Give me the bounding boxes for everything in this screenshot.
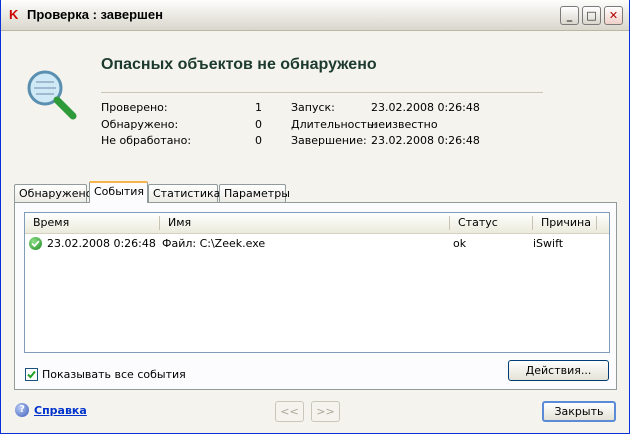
checked-label: Проверено:	[101, 101, 168, 114]
close-button[interactable]: Закрыть	[542, 401, 616, 422]
column-status[interactable]: Статус	[450, 213, 532, 233]
start-label: Запуск:	[291, 101, 335, 114]
found-label: Обнаружено:	[101, 118, 179, 131]
scan-window: K Проверка : завершен _ □ ✕ Опасных объе…	[0, 0, 630, 434]
show-all-events-label[interactable]: Показывать все события	[42, 368, 186, 381]
minimize-button[interactable]: _	[560, 6, 579, 25]
title-bar[interactable]: K Проверка : завершен _ □ ✕	[1, 0, 629, 31]
window-title: Проверка : завершен	[27, 7, 163, 22]
duration-label: Длительность:	[291, 118, 378, 131]
tab-statistics[interactable]: Статистика	[148, 184, 220, 202]
ok-check-icon	[29, 237, 42, 250]
duration-value: неизвестно	[371, 118, 438, 131]
column-separator	[596, 216, 597, 230]
next-button[interactable]: >>	[311, 401, 340, 422]
header-divider	[101, 92, 543, 93]
table-row[interactable]: 23.02.2008 0:26:48 Файл: C:\Zeek.exe ok …	[25, 234, 609, 253]
row-reason: iSwift	[533, 237, 564, 250]
unprocessed-label: Не обработано:	[101, 134, 192, 147]
row-name: Файл: C:\Zeek.exe	[162, 237, 266, 250]
found-value: 0	[255, 118, 262, 131]
maximize-button[interactable]: □	[582, 6, 601, 25]
scan-result-headline: Опасных объектов не обнаружено	[101, 56, 377, 73]
column-name[interactable]: Имя	[160, 213, 449, 233]
column-reason[interactable]: Причина	[533, 213, 596, 233]
events-tab-panel: Время Имя Статус Причина 23.02.2008 0:26…	[14, 202, 617, 390]
checked-value: 1	[255, 101, 262, 114]
checkmark-icon	[27, 370, 36, 379]
events-list[interactable]: Время Имя Статус Причина 23.02.2008 0:26…	[24, 212, 610, 353]
events-list-header: Время Имя Статус Причина	[25, 213, 609, 234]
tab-parameters[interactable]: Параметры	[219, 184, 290, 202]
start-value: 23.02.2008 0:26:48	[371, 101, 480, 114]
actions-button[interactable]: Действия...	[508, 360, 609, 381]
tab-detected[interactable]: Обнаружено	[14, 184, 92, 202]
end-label: Завершение:	[291, 134, 367, 147]
column-time[interactable]: Время	[25, 213, 159, 233]
magnifier-scan-icon	[27, 70, 77, 120]
show-all-events-checkbox[interactable]	[25, 368, 38, 381]
unprocessed-value: 0	[255, 134, 262, 147]
end-value: 23.02.2008 0:26:48	[371, 134, 480, 147]
close-window-button[interactable]: ✕	[604, 6, 623, 25]
help-icon[interactable]: ?	[15, 403, 29, 417]
kaspersky-k-icon: K	[9, 7, 19, 22]
row-time: 23.02.2008 0:26:48	[47, 237, 156, 250]
tab-events[interactable]: События	[89, 181, 148, 203]
help-link[interactable]: Справка	[34, 404, 87, 417]
row-status: ok	[453, 237, 467, 250]
prev-button[interactable]: <<	[275, 401, 304, 422]
